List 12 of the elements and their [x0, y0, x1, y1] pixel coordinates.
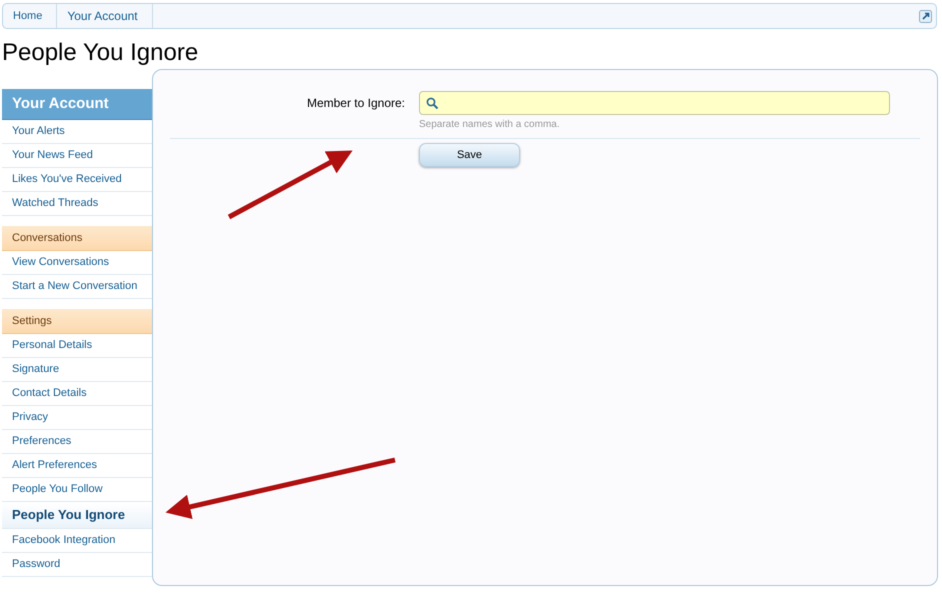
- sidebar-heading: Settings: [2, 309, 152, 334]
- breadcrumb-link[interactable]: Home: [3, 4, 58, 28]
- page-title: People You Ignore: [2, 39, 200, 67]
- popout-icon[interactable]: [919, 10, 932, 22]
- field-label: Member to Ignore:: [306, 95, 406, 110]
- breadcrumb-link[interactable]: Your Account: [57, 4, 153, 28]
- field-hint: Separate names with a comma.: [419, 119, 561, 130]
- sidebar-heading: Conversations: [2, 226, 152, 251]
- sidebar-title: Your Account: [2, 89, 152, 120]
- search-icon: [426, 96, 439, 110]
- save-button[interactable]: Save: [419, 143, 520, 167]
- member-input-field[interactable]: [419, 91, 890, 115]
